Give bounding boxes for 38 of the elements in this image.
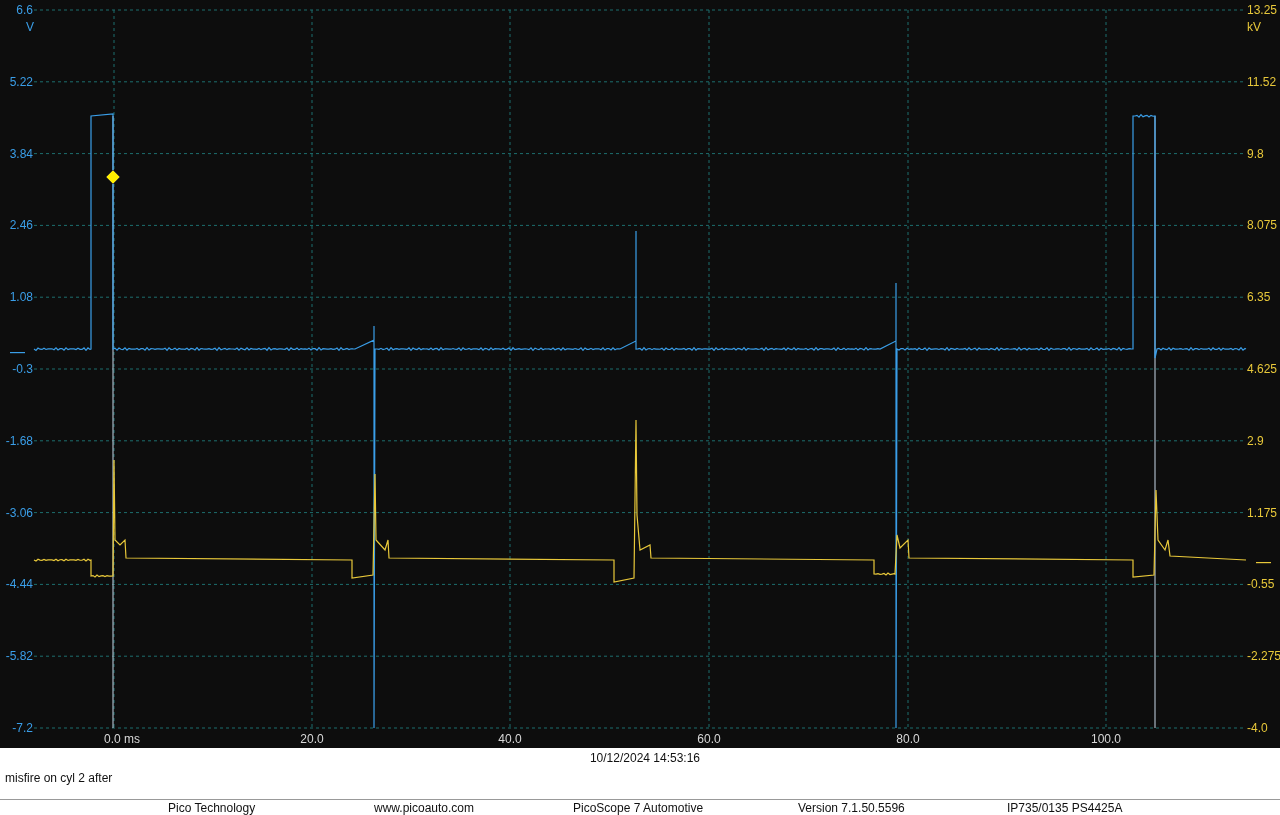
axis-tick-label: 8.075 [1247, 218, 1278, 233]
axis-tick-label: 20.0 [300, 732, 324, 746]
axis-tick-label: -0.3 [12, 362, 33, 376]
axis-tick-label: 5.22 [9, 74, 33, 89]
footer-text: www.picoauto.com [374, 801, 475, 815]
axis-tick-label: 11.52 [1247, 74, 1277, 89]
axis-tick-label: -2.275 [1247, 649, 1280, 664]
axis-tick-label: 2.46 [9, 218, 33, 233]
axis-tick-label: 100.0 [1091, 732, 1121, 746]
axis-tick-label: 3.84 [9, 146, 33, 161]
axis-tick-label: 13.25 [1247, 3, 1278, 17]
axis-tick-label: 4.625 [1247, 362, 1278, 376]
trigger-marker-icon [105, 169, 121, 185]
axis-unit-label: V [26, 20, 34, 34]
axis-tick-label: -7.2 [12, 721, 33, 735]
axis-tick-label: 9.8 [1247, 146, 1264, 161]
axis-tick-label: 1.175 [1247, 505, 1278, 520]
footer-text: Pico Technology [168, 801, 256, 815]
axis-unit-label: kV [1247, 20, 1261, 34]
axis-tick-label: -4.44 [5, 577, 33, 592]
footer-text: PicoScope 7 Automotive [573, 801, 704, 815]
axis-tick-label: 6.35 [1247, 290, 1271, 305]
axis-tick-label: -4.0 [1247, 721, 1268, 735]
axis-tick-label: 40.0 [498, 732, 522, 746]
capture-note: misfire on cyl 2 after [4, 770, 114, 787]
capture-timestamp: 10/12/2024 14:53:16 [588, 750, 702, 767]
axis-tick-label: 0.0 ms [104, 732, 140, 746]
axis-tick-label: -0.55 [1247, 577, 1275, 592]
footer-text: Version 7.1.50.5596 [798, 801, 905, 815]
axis-tick-label: 80.0 [896, 732, 920, 746]
axis-tick-label: 1.08 [9, 290, 33, 305]
axis-tick-label: 6.6 [16, 3, 33, 17]
axis-tick-label: -3.06 [5, 505, 33, 520]
footer-text: IP735/0135 PS4425A [1007, 801, 1123, 815]
axis-tick-label: 2.9 [1247, 433, 1264, 448]
axis-tick-label: 60.0 [697, 732, 721, 746]
axis-tick-label: -1.68 [5, 433, 33, 448]
axis-tick-label: -5.82 [5, 649, 33, 664]
